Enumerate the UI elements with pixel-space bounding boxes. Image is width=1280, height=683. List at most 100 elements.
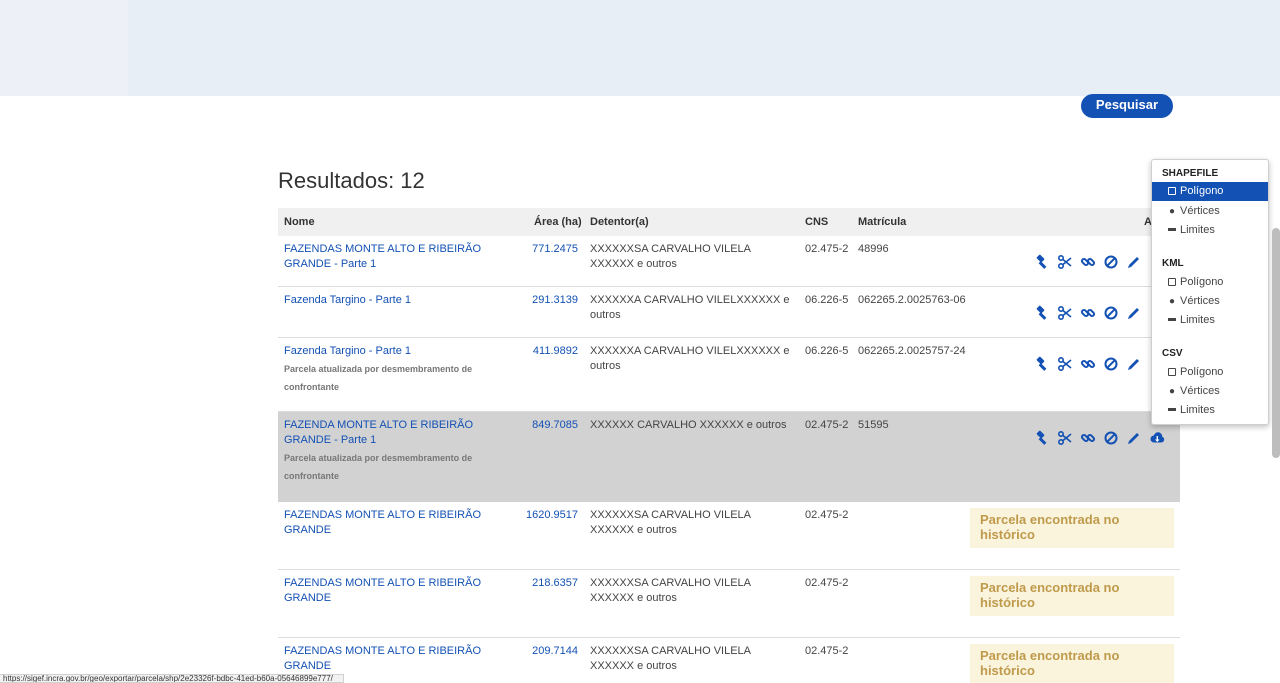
parcel-detentor: XXXXXXSA CARVALHO VILELA XXXXXX e outros [590,645,751,672]
shapefile-limites-item[interactable]: Limites [1152,221,1268,240]
parcel-matricula: 51595 [858,419,889,431]
table-row-selected: FAZENDA MONTE ALTO E RIBEIRÃO GRANDE - P… [278,412,1180,502]
header-cns: CNS [805,216,829,228]
group-title-kml: KML [1162,258,1184,269]
square-icon [1167,273,1177,292]
parcel-area[interactable]: 291.3139 [510,293,578,308]
gavel-icon[interactable] [1034,254,1050,270]
parcel-area[interactable]: 218.6357 [510,576,578,591]
parcel-detentor: XXXXXXA CARVALHO VILELXXXXXX e outros [590,345,790,372]
gavel-icon[interactable] [1034,430,1050,446]
pencil-icon[interactable] [1126,356,1142,372]
header-band-inner [128,0,1280,96]
link-icon[interactable] [1080,305,1096,321]
minus-icon [1167,401,1177,420]
group-title-csv: CSV [1162,348,1183,359]
history-notice: Parcela encontrada no histórico [970,576,1174,616]
parcel-name-link[interactable]: FAZENDAS MONTE ALTO E RIBEIRÃO GRANDE - … [284,242,520,272]
header-matricula: Matrícula [858,216,907,228]
parcel-area[interactable]: 771.2475 [510,242,578,257]
link-icon[interactable] [1080,356,1096,372]
parcel-cns: 02.475-2 [805,419,849,431]
scissors-icon[interactable] [1057,254,1073,270]
parcel-cns: 06.226-5 [805,294,849,306]
scissors-icon[interactable] [1057,356,1073,372]
parcel-matricula: 062265.2.0025757-24 [858,345,966,357]
parcel-matricula: 48996 [858,243,889,255]
scissors-icon[interactable] [1057,305,1073,321]
minus-icon [1167,221,1177,240]
parcel-name-link[interactable]: FAZENDA MONTE ALTO E RIBEIRÃO GRANDE - P… [284,418,520,485]
shapefile-vertices-item[interactable]: ● Vértices [1152,202,1268,221]
parcel-name-link[interactable]: FAZENDAS MONTE ALTO E RIBEIRÃO GRANDE [284,644,520,674]
parcel-note: Parcela atualizada por desmembramento de… [284,364,473,392]
parcel-name-link[interactable]: FAZENDAS MONTE ALTO E RIBEIRÃO GRANDE [284,508,520,538]
link-icon[interactable] [1080,430,1096,446]
map-marker-icon: ● [1168,386,1176,397]
export-dropdown: SHAPEFILE Polígono ● Vértices Limites KML… [1151,159,1269,425]
table-row: FAZENDAS MONTE ALTO E RIBEIRÃO GRANDE 16… [278,502,1180,570]
table-row: FAZENDAS MONTE ALTO E RIBEIRÃO GRANDE 21… [278,570,1180,638]
parcel-cns: 02.475-2 [805,509,849,521]
parcel-detentor: XXXXXXA CARVALHO VILELXXXXXX e outros [590,294,790,321]
parcel-detentor: XXXXXXSA CARVALHO VILELA XXXXXX e outros [590,577,751,604]
square-icon [1167,182,1177,201]
map-marker-icon: ● [1168,296,1176,307]
square-icon [1167,363,1177,382]
parcel-name-link[interactable]: FAZENDAS MONTE ALTO E RIBEIRÃO GRANDE [284,576,520,606]
pencil-icon[interactable] [1126,430,1142,446]
group-title-shapefile: SHAPEFILE [1162,168,1219,179]
minus-icon [1167,311,1177,330]
ban-icon[interactable] [1103,254,1119,270]
results-table: Nome Área (ha) Detentor(a) CNS Matrícula… [278,208,1180,683]
parcel-cns: 02.475-2 [805,243,849,255]
parcel-matricula: 062265.2.0025763-06 [858,294,966,306]
ban-icon[interactable] [1103,430,1119,446]
pencil-icon[interactable] [1126,305,1142,321]
scissors-icon[interactable] [1057,430,1073,446]
parcel-cns: 02.475-2 [805,577,849,589]
kml-vertices-item[interactable]: ● Vértices [1152,292,1268,311]
pencil-icon[interactable] [1126,254,1142,270]
header-area: Área (ha) [534,216,582,228]
shapefile-poligono-item[interactable]: Polígono [1152,182,1268,201]
ban-icon[interactable] [1103,305,1119,321]
table-row: FAZENDAS MONTE ALTO E RIBEIRÃO GRANDE 20… [278,638,1180,683]
results-title: Resultados: 12 [278,168,425,193]
page-scrollbar[interactable] [1272,228,1280,458]
table-row: Fazenda Targino - Parte 1 291.3139 XXXXX… [278,287,1180,338]
kml-limites-item[interactable]: Limites [1152,311,1268,330]
history-notice: Parcela encontrada no histórico [970,508,1174,548]
status-bar-url: https://sigef.incra.gov.br/geo/exportar/… [0,674,344,683]
search-button[interactable]: Pesquisar [1081,94,1173,118]
csv-vertices-item[interactable]: ● Vértices [1152,382,1268,401]
parcel-note: Parcela atualizada por desmembramento de… [284,453,473,481]
gavel-icon[interactable] [1034,356,1050,372]
header-band [0,0,1280,96]
gavel-icon[interactable] [1034,305,1050,321]
link-icon[interactable] [1080,254,1096,270]
parcel-cns: 02.475-2 [805,645,849,657]
parcel-name-link[interactable]: Fazenda Targino - Parte 1 Parcela atualiz… [284,344,520,396]
csv-limites-item[interactable]: Limites [1152,401,1268,420]
parcel-detentor: XXXXXXSA CARVALHO VILELA XXXXXX e outros [590,509,751,536]
parcel-detentor: XXXXXXSA CARVALHO VILELA XXXXXX e outros [590,243,751,270]
header-nome: Nome [284,216,315,228]
parcel-area[interactable]: 411.9892 [510,344,578,359]
header-detentor: Detentor(a) [590,216,649,228]
csv-poligono-item[interactable]: Polígono [1152,363,1268,382]
parcel-area[interactable]: 1620.9517 [510,508,578,523]
table-row: Fazenda Targino - Parte 1 Parcela atualiz… [278,338,1180,412]
parcel-area[interactable]: 209.7144 [510,644,578,659]
table-header: Nome Área (ha) Detentor(a) CNS Matrícula… [278,208,1180,236]
parcel-detentor: XXXXXX CARVALHO XXXXXX e outros [590,419,787,431]
history-notice: Parcela encontrada no histórico [970,644,1174,683]
parcel-area[interactable]: 849.7085 [510,418,578,433]
kml-poligono-item[interactable]: Polígono [1152,273,1268,292]
map-marker-icon: ● [1168,206,1176,217]
ban-icon[interactable] [1103,356,1119,372]
parcel-name-link[interactable]: Fazenda Targino - Parte 1 [284,293,520,308]
parcel-cns: 06.226-5 [805,345,849,357]
cloud-download-icon[interactable] [1149,430,1165,446]
table-row: FAZENDAS MONTE ALTO E RIBEIRÃO GRANDE - … [278,236,1180,287]
